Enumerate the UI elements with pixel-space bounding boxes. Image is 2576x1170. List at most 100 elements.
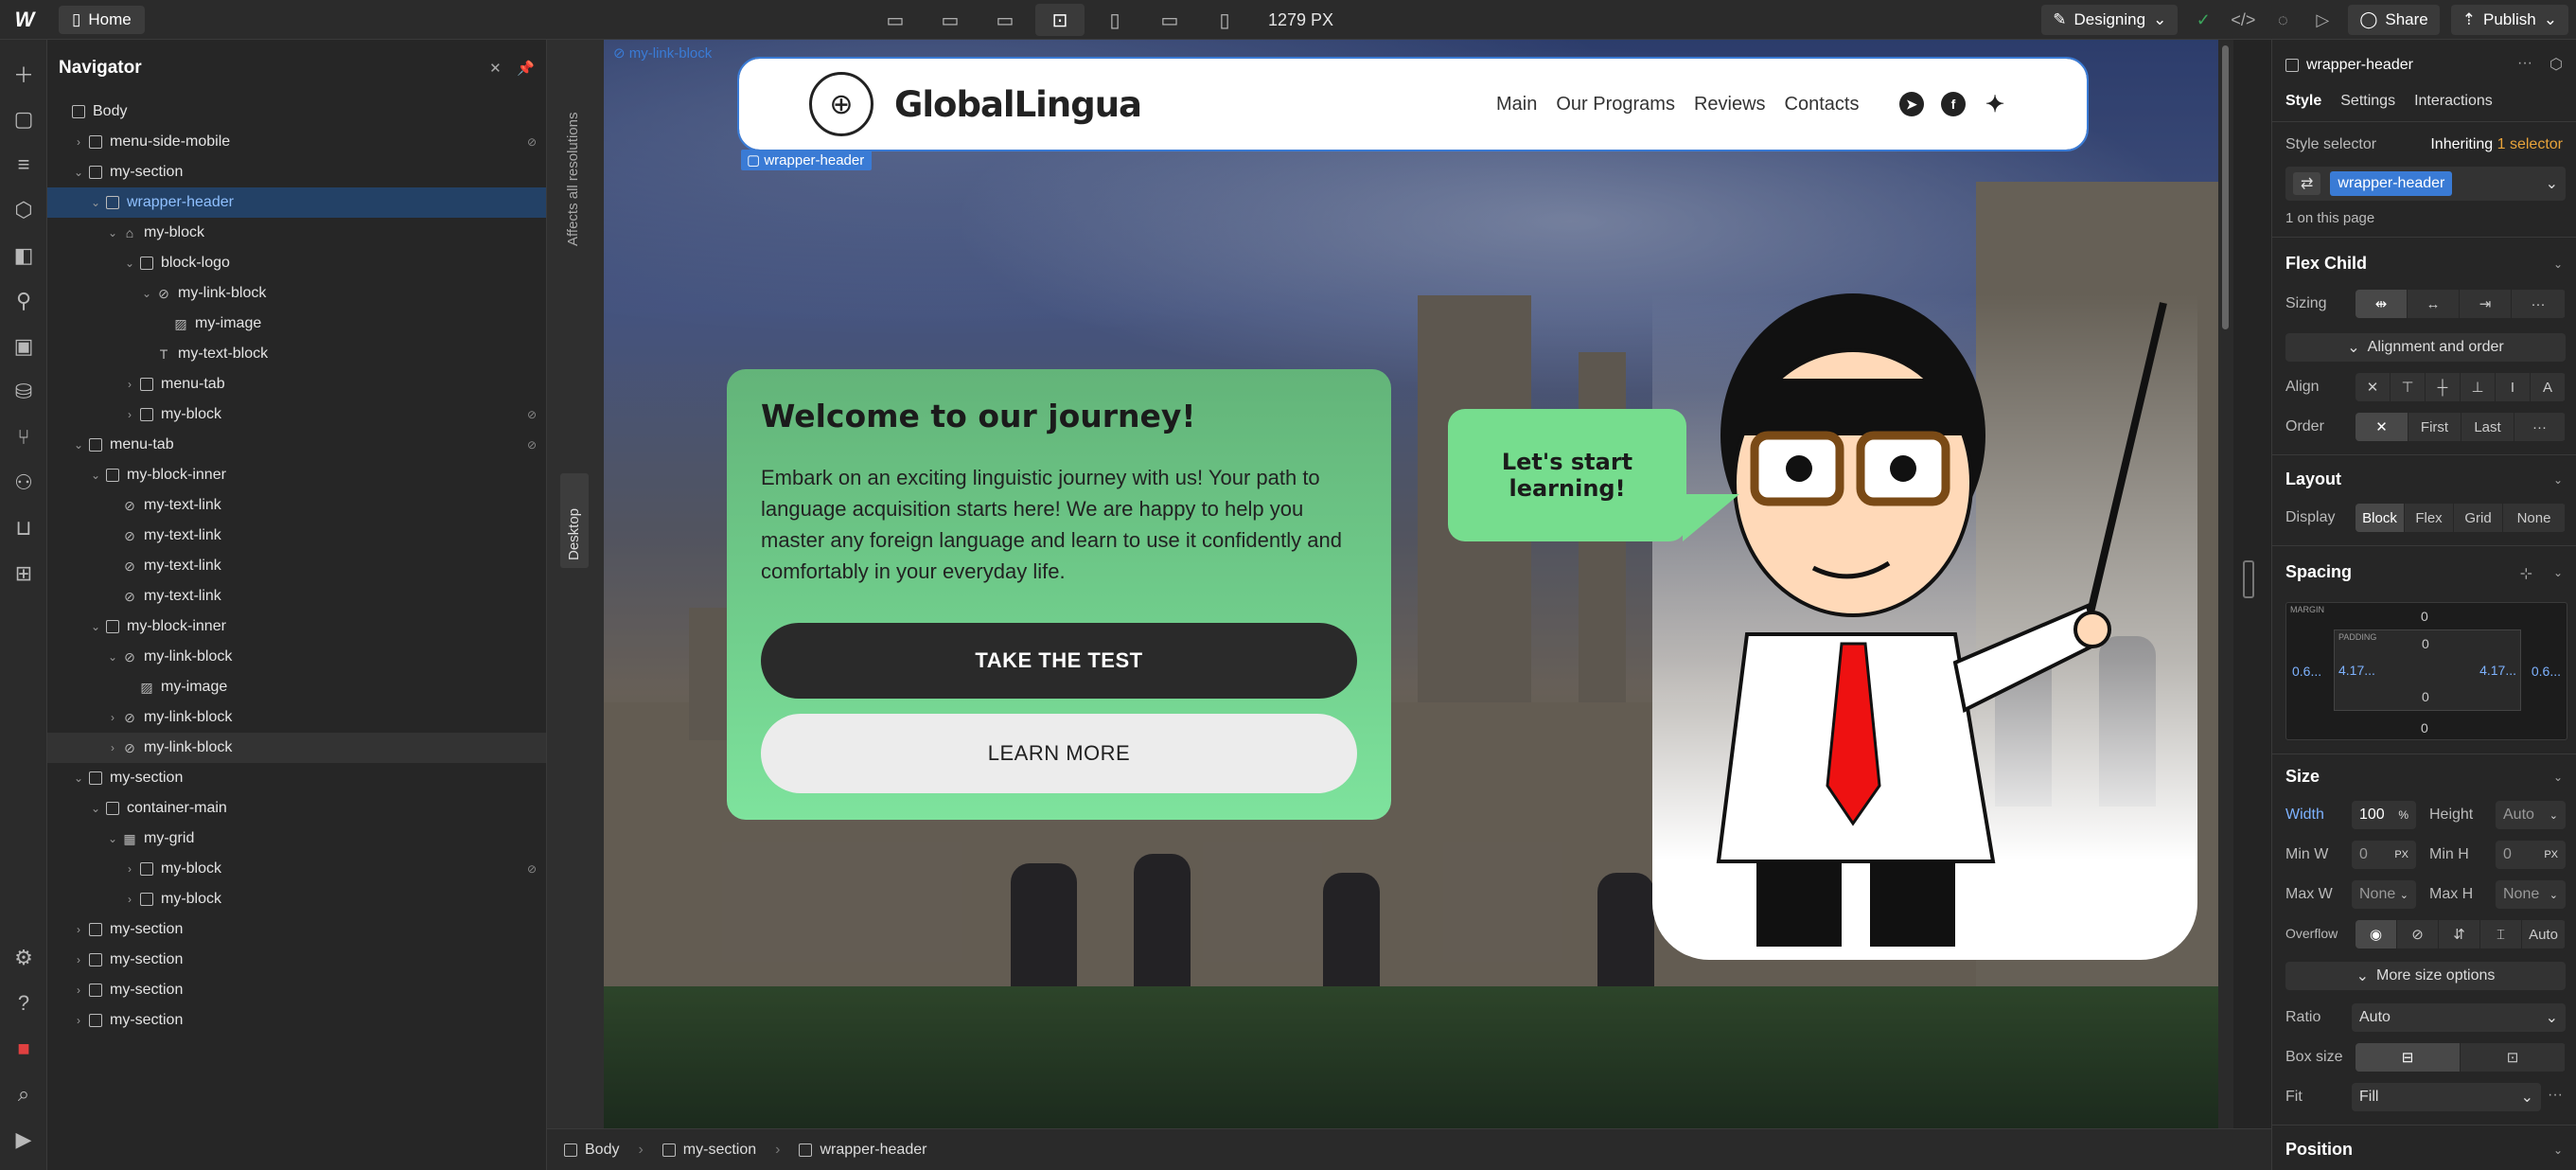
search-icon[interactable]: ⌕ (0, 1072, 47, 1117)
scrollbar-thumb[interactable] (2222, 45, 2229, 329)
styles-icon[interactable]: ◧ (0, 233, 47, 278)
canvas-scrollbar[interactable] (2218, 40, 2233, 1128)
navigator-row[interactable]: ⌄ ⊘ my-link-block (47, 642, 546, 672)
chevron-down-icon[interactable]: ⌄ (72, 166, 85, 179)
max-width-input[interactable]: None ⌄ (2352, 880, 2416, 909)
hidden-visibility-icon[interactable]: ⊘ (527, 438, 537, 452)
assets-icon[interactable]: ▣ (0, 324, 47, 369)
navigator-row[interactable]: ▨ my-image (47, 309, 546, 339)
chevron-down-icon[interactable]: ⌄ (2553, 1143, 2563, 1157)
navigator-row[interactable]: ⊘ my-text-link (47, 490, 546, 521)
chevron-right-icon[interactable]: › (72, 923, 85, 936)
order-more-icon[interactable]: ··· (2514, 413, 2566, 441)
breakpoint-xxl-icon[interactable]: ▭ (871, 4, 920, 36)
align-none-icon[interactable]: ✕ (2355, 373, 2391, 401)
brand-name[interactable]: GlobalLingua (894, 84, 1142, 125)
pin-icon[interactable]: 📌 (517, 61, 535, 77)
chevron-down-icon[interactable]: ⌄ (2553, 566, 2563, 579)
chevron-down-icon[interactable]: ⌄ (2553, 473, 2563, 487)
site-header[interactable]: ⊕ GlobalLingua Main Our Programs Reviews… (737, 57, 2089, 151)
navigator-row[interactable]: ⊘ my-text-link (47, 551, 546, 581)
navigator-row[interactable]: ⌄ my-section (47, 157, 546, 187)
inheriting-count[interactable]: 1 selector (2497, 136, 2563, 152)
margin-left[interactable]: 0.6... (2292, 664, 2321, 679)
tab-settings[interactable]: Settings (2340, 93, 2395, 110)
video-icon[interactable]: ▶ (0, 1117, 47, 1162)
breakpoint-tablet-icon[interactable]: ▯ (1090, 4, 1139, 36)
ecommerce-icon[interactable]: ⊔ (0, 505, 47, 551)
publish-button[interactable]: ⇡ Publish ⌄ (2450, 5, 2568, 35)
navigator-row[interactable]: › my-block ⊘ (47, 399, 546, 430)
more-size-options-button[interactable]: ⌄ More size options (2285, 962, 2566, 990)
navigator-icon[interactable]: ≡ (0, 142, 47, 187)
breakpoint-desktop-icon[interactable]: ⊡ (1035, 4, 1085, 36)
chevron-right-icon[interactable]: › (72, 953, 85, 966)
overflow-auto[interactable]: Auto (2522, 920, 2566, 948)
overflow-clip-icon[interactable]: ⌶ (2480, 920, 2522, 948)
navigator-row[interactable]: ⌄ ⌂ my-block (47, 218, 546, 248)
navigator-row[interactable]: ⊘ my-text-link (47, 581, 546, 612)
content-box-icon[interactable]: ⊡ (2461, 1043, 2566, 1072)
menu-link-reviews[interactable]: Reviews (1694, 94, 1766, 115)
facebook-icon[interactable]: f (1941, 92, 1966, 116)
navigator-row[interactable]: ⌄ my-block-inner (47, 460, 546, 490)
overflow-scroll-icon[interactable]: ⇵ (2439, 920, 2480, 948)
chevron-down-icon[interactable]: ⌄ (72, 438, 85, 452)
ratio-select[interactable]: Auto ⌄ (2352, 1003, 2566, 1032)
cms-icon[interactable]: ⛁ (0, 369, 47, 415)
resize-handle[interactable] (2243, 560, 2254, 598)
overflow-hidden-icon[interactable]: ⊘ (2397, 920, 2439, 948)
navigator-row[interactable]: ⌄ menu-tab ⊘ (47, 430, 546, 460)
menu-link-programs[interactable]: Our Programs (1556, 94, 1675, 115)
display-flex[interactable]: Flex (2405, 504, 2454, 532)
chevron-down-icon[interactable]: ⌄ (89, 469, 102, 482)
fit-more-icon[interactable]: ··· (2548, 1087, 2563, 1104)
min-width-unit[interactable]: PX (2394, 849, 2408, 860)
selector-field[interactable]: ⇄ wrapper-header ⌄ (2285, 167, 2566, 201)
width-input[interactable]: 100 % (2352, 801, 2416, 829)
navigator-row[interactable]: › my-block (47, 884, 546, 914)
navigator-row[interactable]: Tmy-text-block (47, 339, 546, 369)
variables-icon[interactable]: ⚲ (0, 278, 47, 324)
align-start-icon[interactable]: ⊤ (2391, 373, 2426, 401)
min-height-unit[interactable]: PX (2544, 849, 2558, 860)
navigator-row[interactable]: › ⊘ my-link-block (47, 733, 546, 763)
webflow-logo[interactable]: W (0, 0, 49, 40)
chevron-down-icon[interactable]: ⌄ (89, 802, 102, 815)
chevron-right-icon[interactable]: › (123, 408, 136, 421)
tab-style[interactable]: Style (2285, 93, 2321, 110)
chevron-right-icon[interactable]: › (123, 893, 136, 906)
more-options-icon[interactable]: ··· (2517, 55, 2532, 72)
menu-link-contacts[interactable]: Contacts (1785, 94, 1860, 115)
align-stretch-icon[interactable]: I (2496, 373, 2531, 401)
navigator-row[interactable]: ⌄ ⊘ my-link-block (47, 278, 546, 309)
menu-link-main[interactable]: Main (1496, 94, 1537, 115)
learn-more-button[interactable]: LEARN MORE (761, 714, 1357, 793)
navigator-row[interactable]: › my-section (47, 945, 546, 975)
apps-icon[interactable]: ⊞ (0, 551, 47, 596)
chevron-down-icon[interactable]: ⌄ (2553, 257, 2563, 271)
pages-icon[interactable]: ▢ (0, 97, 47, 142)
margin-top[interactable]: 0 (2421, 609, 2428, 624)
none-icon[interactable]: ⇥ (2460, 290, 2512, 318)
hidden-visibility-icon[interactable]: ⊘ (527, 135, 537, 149)
align-baseline-icon[interactable]: A (2531, 373, 2566, 401)
record-icon[interactable]: ■ (0, 1026, 47, 1072)
chevron-down-icon[interactable]: ⌄ (123, 257, 136, 270)
align-end-icon[interactable]: ⊥ (2461, 373, 2496, 401)
chevron-down-icon[interactable]: ⌄ (89, 620, 102, 633)
check-icon[interactable]: ✓ (2189, 5, 2217, 35)
chevron-down-icon[interactable]: ⌄ (106, 650, 119, 664)
navigator-row[interactable]: ⊘ my-text-link (47, 521, 546, 551)
grow-icon[interactable]: ↔ (2408, 290, 2460, 318)
navigator-row[interactable]: ▨ my-image (47, 672, 546, 702)
twitter-icon[interactable]: ✦ (1983, 92, 2007, 117)
tab-interactions[interactable]: Interactions (2414, 93, 2493, 110)
code-icon[interactable]: </> (2229, 5, 2257, 35)
navigator-row[interactable]: ⌄ ▦ my-grid (47, 824, 546, 854)
selector-chip[interactable]: wrapper-header (2330, 171, 2453, 196)
chevron-right-icon[interactable]: › (106, 711, 119, 724)
breakpoint-xl-icon[interactable]: ▭ (926, 4, 975, 36)
take-test-button[interactable]: TAKE THE TEST (761, 623, 1357, 699)
order-none-icon[interactable]: ✕ (2355, 413, 2408, 441)
